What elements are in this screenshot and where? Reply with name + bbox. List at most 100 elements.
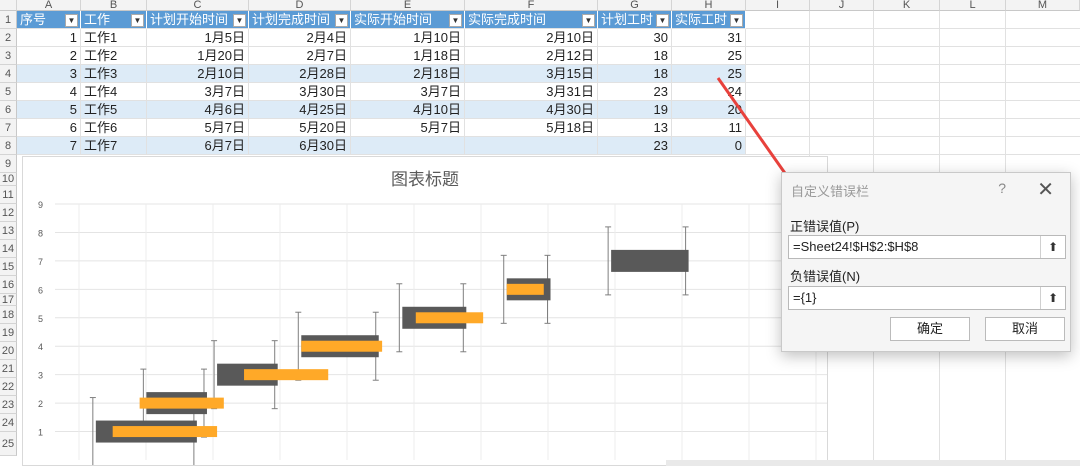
range-select-icon[interactable]: ⬆	[1040, 287, 1065, 309]
column-header-g[interactable]: G	[598, 0, 672, 11]
row-header-16[interactable]: 16	[0, 276, 17, 294]
table-header-cell[interactable]: 工作 ▼	[81, 11, 147, 29]
table-cell[interactable]: 工作3	[81, 65, 147, 83]
filter-dropdown-icon[interactable]: ▼	[335, 14, 348, 27]
column-header-d[interactable]: D	[249, 0, 351, 11]
table-cell[interactable]: 18	[598, 47, 672, 65]
table-cell[interactable]: 3月7日	[147, 83, 249, 101]
close-icon[interactable]: ✕	[1037, 177, 1054, 202]
table-cell[interactable]: 5月7日	[351, 119, 465, 137]
table-cell[interactable]: 工作4	[81, 83, 147, 101]
row-header-6[interactable]: 6	[0, 101, 17, 119]
table-cell[interactable]: 2月4日	[249, 29, 351, 47]
table-cell[interactable]: 0	[672, 137, 746, 155]
filter-dropdown-icon[interactable]: ▼	[131, 14, 144, 27]
row-header-22[interactable]: 22	[0, 378, 17, 396]
column-header-j[interactable]: J	[810, 0, 874, 11]
range-select-icon[interactable]: ⬆	[1040, 236, 1065, 258]
filter-dropdown-icon[interactable]: ▼	[449, 14, 462, 27]
negative-error-field[interactable]: ={1} ⬆	[788, 286, 1066, 310]
filter-dropdown-icon[interactable]: ▼	[656, 14, 669, 27]
table-cell[interactable]: 4月30日	[465, 101, 598, 119]
table-header-cell[interactable]: 实际开始时间 ▼	[351, 11, 465, 29]
row-header-18[interactable]: 18	[0, 306, 17, 324]
row-header-24[interactable]: 24	[0, 414, 17, 432]
row-header-15[interactable]: 15	[0, 258, 17, 276]
column-header-k[interactable]: K	[874, 0, 940, 11]
row-header-14[interactable]: 14	[0, 240, 17, 258]
table-cell[interactable]: 5月20日	[249, 119, 351, 137]
table-cell[interactable]: 4	[17, 83, 81, 101]
table-cell[interactable]: 2月10日	[147, 65, 249, 83]
table-cell[interactable]: 31	[672, 29, 746, 47]
table-cell[interactable]	[465, 137, 598, 155]
table-cell[interactable]: 1	[17, 29, 81, 47]
table-cell[interactable]: 1月18日	[351, 47, 465, 65]
table-cell[interactable]: 2	[17, 47, 81, 65]
table-cell[interactable]: 4月10日	[351, 101, 465, 119]
row-header-2[interactable]: 2	[0, 29, 17, 47]
select-all-corner[interactable]	[0, 0, 17, 11]
row-header-19[interactable]: 19	[0, 324, 17, 342]
table-cell[interactable]: 6月30日	[249, 137, 351, 155]
table-cell[interactable]: 工作2	[81, 47, 147, 65]
table-cell[interactable]: 6	[17, 119, 81, 137]
positive-error-field[interactable]: =Sheet24!$H$2:$H$8 ⬆	[788, 235, 1066, 259]
table-cell[interactable]: 2月7日	[249, 47, 351, 65]
table-cell[interactable]: 5月7日	[147, 119, 249, 137]
table-cell[interactable]: 工作5	[81, 101, 147, 119]
row-header-9[interactable]: 9	[0, 155, 17, 173]
help-icon[interactable]: ?	[998, 180, 1006, 196]
table-cell[interactable]: 20	[672, 101, 746, 119]
table-cell[interactable]: 5	[17, 101, 81, 119]
table-cell[interactable]: 18	[598, 65, 672, 83]
row-header-21[interactable]: 21	[0, 360, 17, 378]
table-cell[interactable]: 1月5日	[147, 29, 249, 47]
column-header-i[interactable]: I	[746, 0, 810, 11]
table-cell[interactable]: 工作6	[81, 119, 147, 137]
row-header-20[interactable]: 20	[0, 342, 17, 360]
column-header-h[interactable]: H	[672, 0, 746, 11]
row-header-5[interactable]: 5	[0, 83, 17, 101]
table-cell[interactable]: 5月18日	[465, 119, 598, 137]
filter-dropdown-icon[interactable]: ▼	[730, 14, 743, 27]
cancel-button[interactable]: 取消	[985, 317, 1065, 341]
table-cell[interactable]: 2月18日	[351, 65, 465, 83]
table-cell[interactable]: 工作1	[81, 29, 147, 47]
table-cell[interactable]: 3月7日	[351, 83, 465, 101]
row-header-3[interactable]: 3	[0, 47, 17, 65]
table-cell[interactable]: 23	[598, 137, 672, 155]
table-cell[interactable]: 13	[598, 119, 672, 137]
table-cell[interactable]: 3月15日	[465, 65, 598, 83]
row-header-8[interactable]: 8	[0, 137, 17, 155]
table-header-cell[interactable]: 计划完成时间 ▼	[249, 11, 351, 29]
table-cell[interactable]: 3月30日	[249, 83, 351, 101]
table-cell[interactable]: 30	[598, 29, 672, 47]
row-header-12[interactable]: 12	[0, 204, 17, 222]
table-cell[interactable]: 25	[672, 65, 746, 83]
table-cell[interactable]: 25	[672, 47, 746, 65]
column-header-c[interactable]: C	[147, 0, 249, 11]
table-cell[interactable]: 工作7	[81, 137, 147, 155]
table-cell[interactable]: 11	[672, 119, 746, 137]
table-cell[interactable]: 2月28日	[249, 65, 351, 83]
column-header-b[interactable]: B	[81, 0, 147, 11]
filter-dropdown-icon[interactable]: ▼	[233, 14, 246, 27]
table-cell[interactable]: 4月6日	[147, 101, 249, 119]
table-header-cell[interactable]: 计划开始时间 ▼	[147, 11, 249, 29]
column-header-a[interactable]: A	[17, 0, 81, 11]
table-cell[interactable]: 1月20日	[147, 47, 249, 65]
row-header-17[interactable]: 17	[0, 294, 17, 306]
column-header-l[interactable]: L	[940, 0, 1006, 11]
table-header-cell[interactable]: 序号 ▼	[17, 11, 81, 29]
row-header-13[interactable]: 13	[0, 222, 17, 240]
table-cell[interactable]: 2月10日	[465, 29, 598, 47]
row-header-23[interactable]: 23	[0, 396, 17, 414]
row-header-1[interactable]: 1	[0, 11, 17, 29]
row-header-11[interactable]: 11	[0, 186, 17, 204]
table-cell[interactable]: 2月12日	[465, 47, 598, 65]
table-cell[interactable]: 4月25日	[249, 101, 351, 119]
ok-button[interactable]: 确定	[890, 317, 970, 341]
row-header-4[interactable]: 4	[0, 65, 17, 83]
table-cell[interactable]: 19	[598, 101, 672, 119]
